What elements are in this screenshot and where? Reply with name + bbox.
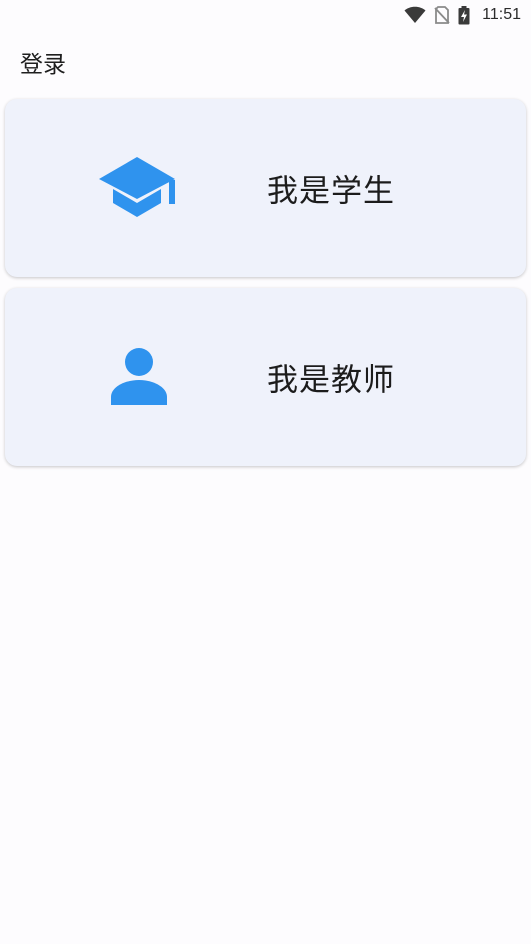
status-bar: 11:51 bbox=[0, 0, 531, 30]
no-sim-icon bbox=[434, 6, 450, 24]
page-title: 登录 bbox=[20, 52, 66, 78]
battery-charging-icon bbox=[458, 5, 470, 25]
status-clock: 11:51 bbox=[482, 6, 521, 23]
teacher-option-label: 我是教师 bbox=[267, 362, 395, 399]
wifi-icon bbox=[404, 6, 426, 24]
student-option-label: 我是学生 bbox=[267, 173, 395, 210]
app-bar: 登录 bbox=[20, 42, 66, 82]
student-login-card[interactable]: 我是学生 bbox=[5, 99, 526, 277]
graduation-cap-icon bbox=[97, 146, 181, 230]
person-icon bbox=[97, 335, 181, 419]
teacher-login-card[interactable]: 我是教师 bbox=[5, 288, 526, 466]
